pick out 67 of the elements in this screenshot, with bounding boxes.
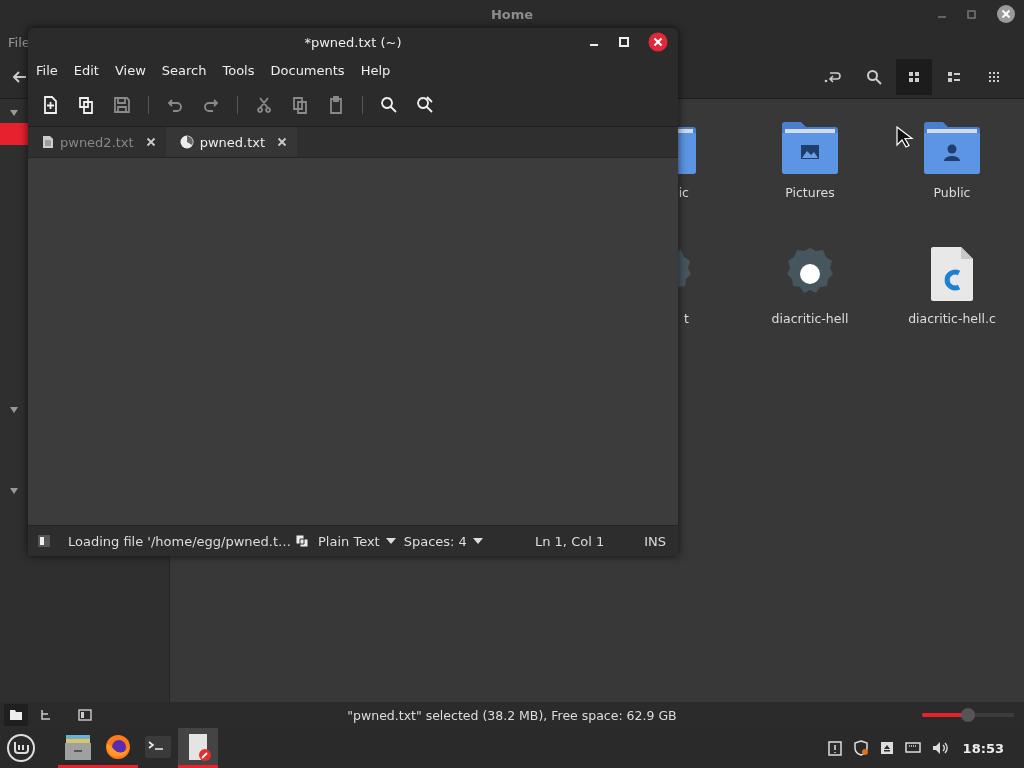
- menu-item[interactable]: Help: [360, 62, 391, 78]
- folder-icon[interactable]: [781, 119, 839, 177]
- folder-icon: [9, 709, 23, 721]
- tree-icon: [39, 709, 53, 721]
- sidebar-toggle-icon[interactable]: [78, 709, 92, 721]
- close-icon[interactable]: [145, 137, 156, 147]
- back-icon[interactable]: [12, 69, 28, 85]
- window-title: Home: [490, 6, 534, 22]
- cursor-position: Ln 1, Col 1: [535, 533, 605, 549]
- menu-item[interactable]: Search: [161, 62, 207, 78]
- close-icon[interactable]: [996, 4, 1016, 24]
- network-icon[interactable]: [904, 741, 921, 755]
- menu-logo-icon[interactable]: [6, 733, 36, 763]
- clock[interactable]: 18:53: [962, 740, 1004, 756]
- list-icon: [947, 71, 961, 83]
- document-icon: [42, 135, 54, 149]
- close-icon[interactable]: [648, 32, 668, 52]
- maximize-icon[interactable]: [618, 36, 630, 48]
- file-name: t: [684, 311, 689, 326]
- open-document-icon[interactable]: [76, 95, 96, 115]
- menu-item[interactable]: Tools: [222, 62, 255, 78]
- loading-icon: [179, 135, 194, 149]
- search-icon[interactable]: [379, 95, 399, 115]
- zoom-thumb[interactable]: [961, 708, 975, 722]
- expander-icon[interactable]: [9, 487, 19, 495]
- expander-icon[interactable]: [9, 406, 19, 414]
- search-icon[interactable]: [866, 69, 882, 85]
- icon-view-button[interactable]: [896, 59, 932, 95]
- history-icon[interactable]: [824, 69, 842, 85]
- menu-item[interactable]: File: [8, 34, 30, 50]
- eject-icon[interactable]: [879, 741, 894, 755]
- pages-icon[interactable]: [294, 533, 310, 549]
- replace-icon[interactable]: [415, 95, 435, 115]
- window-title: *pwned.txt (~): [304, 34, 402, 50]
- dots-grid-icon: [987, 71, 1001, 83]
- menu-item[interactable]: Edit: [73, 62, 99, 78]
- document-tab[interactable]: pwned2.txt: [28, 127, 166, 157]
- file-name: diacritic-hell: [771, 311, 849, 326]
- text-editor-launcher[interactable]: [178, 728, 218, 768]
- expander-icon[interactable]: [9, 109, 19, 117]
- language-dropdown[interactable]: Plain Text: [310, 533, 396, 549]
- file-name: diacritic-hell.c: [908, 311, 996, 326]
- file-name: Pictures: [785, 185, 835, 200]
- restore-icon[interactable]: [966, 8, 978, 20]
- grid-icon: [907, 71, 921, 83]
- menu-item[interactable]: File: [36, 62, 58, 78]
- places-button[interactable]: [4, 704, 28, 726]
- document-tab[interactable]: pwned.txt: [165, 127, 298, 157]
- close-icon[interactable]: [277, 137, 288, 147]
- mouse-cursor-icon: [896, 126, 914, 148]
- tab-label: pwned.txt: [199, 134, 266, 150]
- file-name: Public: [933, 185, 971, 200]
- clipboard-icon[interactable]: [827, 740, 842, 756]
- menu-item[interactable]: View: [114, 62, 146, 78]
- insert-mode: INS: [644, 533, 666, 549]
- tab-label: pwned2.txt: [60, 134, 134, 150]
- file-name: ic: [678, 185, 689, 200]
- shield-icon[interactable]: [852, 740, 869, 756]
- indent-dropdown[interactable]: Spaces: 4: [395, 533, 483, 549]
- side-panel-icon[interactable]: [36, 533, 52, 549]
- folder-icon[interactable]: [923, 119, 981, 177]
- menu-item[interactable]: Documents: [270, 62, 345, 78]
- status-text: "pwned.txt" selected (38.2 MB), Free space: 62.9 GB: [346, 707, 678, 723]
- status-message: Loading file '/home/egg/pwned.t…: [68, 533, 288, 549]
- caret-icon: [472, 538, 483, 544]
- volume-icon[interactable]: [931, 741, 948, 755]
- caret-icon: [385, 538, 396, 544]
